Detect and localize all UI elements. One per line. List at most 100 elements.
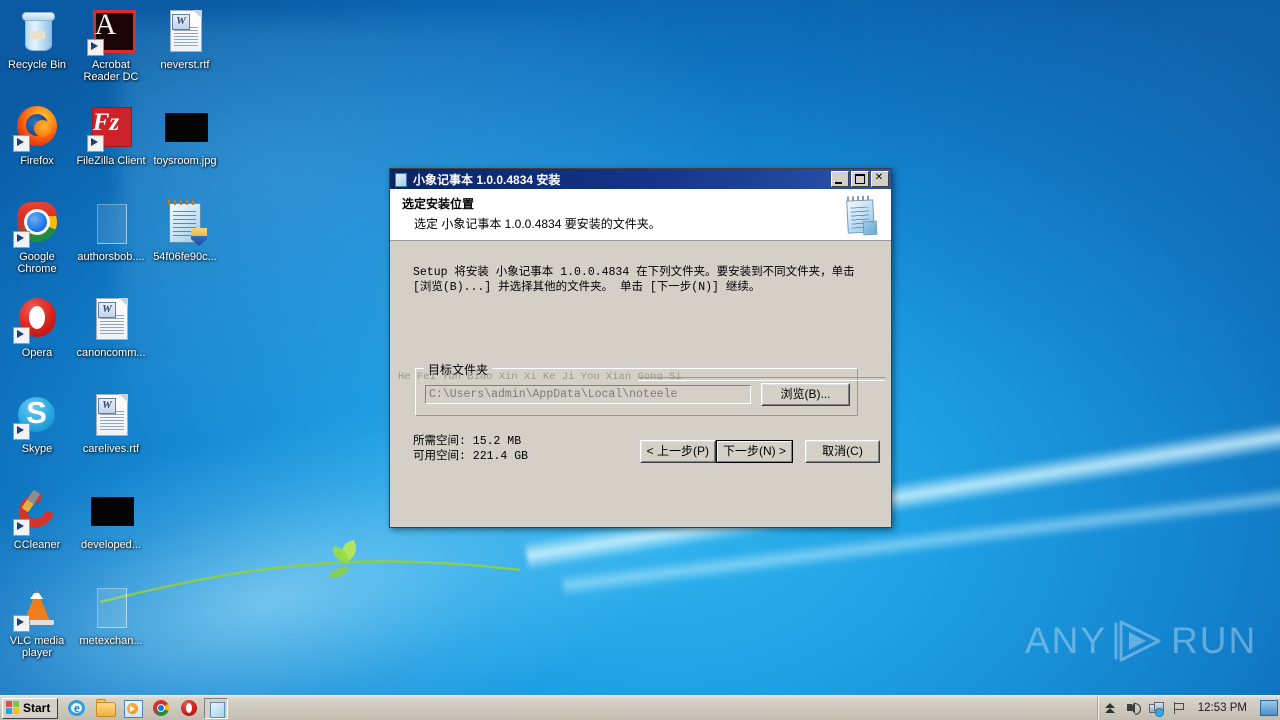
install-path-input[interactable]: C:\Users\admin\AppData\Local\noteele (425, 385, 751, 404)
desktop-icon-filezilla[interactable]: Fz FileZilla Client (74, 104, 148, 167)
watermark-text-right: RUN (1171, 620, 1258, 661)
maximize-button[interactable] (851, 171, 869, 187)
windows-explorer-icon[interactable] (96, 699, 117, 717)
notepad-header-icon (843, 195, 879, 236)
ccleaner-icon (12, 486, 61, 536)
desktop-icon-acrobat-reader[interactable]: A Acrobat Reader DC (74, 8, 148, 83)
desktop-icon-firefox[interactable]: Firefox (0, 104, 74, 167)
desktop-icon-opera[interactable]: Opera (0, 296, 74, 359)
network-icon[interactable] (1148, 700, 1164, 717)
space-required-text: 所需空间: 15.2 MB (413, 435, 522, 448)
system-tray: 12:53 PM (1096, 696, 1280, 720)
installer-intro-text: Setup 将安装 小象记事本 1.0.0.4834 在下列文件夹。要安装到不同… (413, 266, 855, 294)
back-button[interactable]: < 上一步(P) (639, 440, 716, 463)
skype-icon: S (13, 392, 61, 440)
desktop[interactable]: Recycle Bin A Acrobat Reader DC W nevers… (0, 0, 1280, 720)
desktop-icon-label: authorsbob.... (77, 251, 145, 263)
disk-space-info: 所需空间: 15.2 MB 可用空间: 221.4 GB (413, 434, 528, 464)
blank-document-icon (87, 584, 135, 632)
recycle-bin-icon (13, 8, 61, 56)
image-thumbnail-icon (87, 488, 135, 536)
desktop-icon-authorsbob[interactable]: authorsbob.... (74, 200, 148, 263)
installer-window-title: 小象记事本 1.0.0.4834 安装 (413, 172, 561, 187)
desktop-icon-label: toysroom.jpg (153, 155, 217, 167)
desktop-icon-label: canoncomm... (76, 347, 146, 359)
desktop-icon-label: Google Chrome (17, 251, 57, 275)
start-button-label: Start (23, 701, 51, 715)
installer-body: Setup 将安装 小象记事本 1.0.0.4834 在下列文件夹。要安装到不同… (390, 241, 891, 473)
notepad-app-icon (210, 701, 226, 718)
notepad-shield-icon (161, 200, 209, 248)
next-button-label: 下一步(N) > (722, 444, 786, 458)
windows-logo-icon (6, 701, 20, 715)
desktop-icon-metexchan[interactable]: metexchan... (74, 584, 148, 647)
space-available-text: 可用空间: 221.4 GB (413, 450, 529, 463)
desktop-icon-skype[interactable]: S Skype (0, 392, 74, 455)
desktop-icon-neverst-rtf[interactable]: W neverst.rtf (148, 8, 222, 71)
volume-icon[interactable] (1125, 700, 1141, 716)
desktop-icon-recycle-bin[interactable]: Recycle Bin (0, 8, 74, 71)
rtf-document-icon: W (87, 296, 135, 344)
installer-titlebar[interactable]: 小象记事本 1.0.0.4834 安装 ✕ (390, 169, 891, 189)
filezilla-icon: Fz (87, 104, 135, 152)
desktop-icon-carelives-rtf[interactable]: W carelives.rtf (74, 392, 148, 455)
acrobat-reader-icon: A (87, 8, 136, 56)
desktop-icon-label: metexchan... (79, 635, 143, 647)
anyrun-play-logo-icon (1114, 620, 1161, 662)
browse-button-label: 浏览(B)... (780, 387, 831, 401)
header-title: 选定安装位置 (402, 197, 475, 211)
desktop-icon-label: Opera (21, 347, 53, 359)
close-button[interactable]: ✕ (871, 171, 889, 187)
opera-icon[interactable] (180, 699, 198, 717)
desktop-icon-label: 54f06fe90c... (153, 251, 217, 263)
blank-document-icon (87, 200, 135, 248)
back-button-label: < 上一步(P) (646, 444, 709, 458)
desktop-icon-label: CCleaner (13, 539, 61, 551)
anyrun-watermark: ANY RUN (1025, 618, 1257, 664)
media-player-icon[interactable] (124, 699, 144, 718)
desktop-icon-vlc-media-player[interactable]: VLC media player (0, 584, 74, 659)
desktop-icon-label: neverst.rtf (160, 59, 210, 71)
desktop-icon-google-chrome[interactable]: Google Chrome (0, 200, 74, 275)
show-desktop-button[interactable] (1260, 700, 1278, 716)
quick-launch-bar: e (68, 699, 198, 718)
cancel-button-label: 取消(C) (822, 444, 863, 458)
next-button[interactable]: 下一步(N) > (715, 440, 793, 463)
vlc-icon (13, 584, 61, 632)
taskbar[interactable]: Start e 12:53 PM (0, 695, 1280, 720)
taskbar-clock[interactable]: 12:53 PM (1194, 702, 1251, 714)
desktop-icon-label: VLC media player (9, 635, 65, 659)
opera-icon (13, 296, 61, 344)
window-controls: ✕ (831, 171, 889, 187)
desktop-icon-developed[interactable]: developed... (74, 488, 148, 551)
installer-header: 选定安装位置 选定 小象记事本 1.0.0.4834 要安装的文件夹。 (390, 189, 891, 241)
desktop-icon-canoncomm[interactable]: W canoncomm... (74, 296, 148, 359)
firefox-icon (13, 104, 61, 152)
footer-divider (638, 377, 885, 381)
installer-window[interactable]: 小象记事本 1.0.0.4834 安装 ✕ 选定安装位置 选定 小象记事本 1.… (389, 168, 892, 528)
watermark-text-left: ANY (1025, 620, 1108, 661)
header-subtitle: 选定 小象记事本 1.0.0.4834 要安装的文件夹。 (414, 217, 661, 231)
image-thumbnail-icon (161, 104, 209, 152)
rtf-document-icon: W (161, 8, 209, 56)
desktop-icon-ccleaner[interactable]: CCleaner (0, 486, 74, 551)
desktop-icon-label: Skype (21, 443, 53, 455)
show-hidden-icons-icon[interactable] (1102, 700, 1118, 716)
desktop-icon-toysroom-jpg[interactable]: toysroom.jpg (148, 104, 222, 167)
internet-explorer-icon[interactable]: e (68, 699, 86, 717)
desktop-icon-54f06fe90c[interactable]: 54f06fe90c... (148, 200, 222, 263)
action-center-flag-icon[interactable] (1171, 700, 1187, 716)
minimize-button[interactable] (831, 171, 849, 187)
installer-window-button[interactable] (204, 697, 229, 719)
installer-button-row: < 上一步(P) 下一步(N) > 取消(C) (639, 440, 880, 463)
desktop-icon-label: Recycle Bin (7, 59, 67, 71)
chrome-icon (13, 200, 61, 248)
notepad-app-icon (394, 172, 408, 187)
browse-button[interactable]: 浏览(B)... (761, 383, 850, 406)
desktop-icon-label: FileZilla Client (76, 155, 146, 167)
desktop-icon-label: Acrobat Reader DC (83, 59, 139, 83)
cancel-button[interactable]: 取消(C) (805, 440, 880, 463)
start-button[interactable]: Start (2, 697, 59, 719)
taskbar-window-buttons (204, 697, 229, 719)
chrome-icon[interactable] (152, 699, 170, 717)
